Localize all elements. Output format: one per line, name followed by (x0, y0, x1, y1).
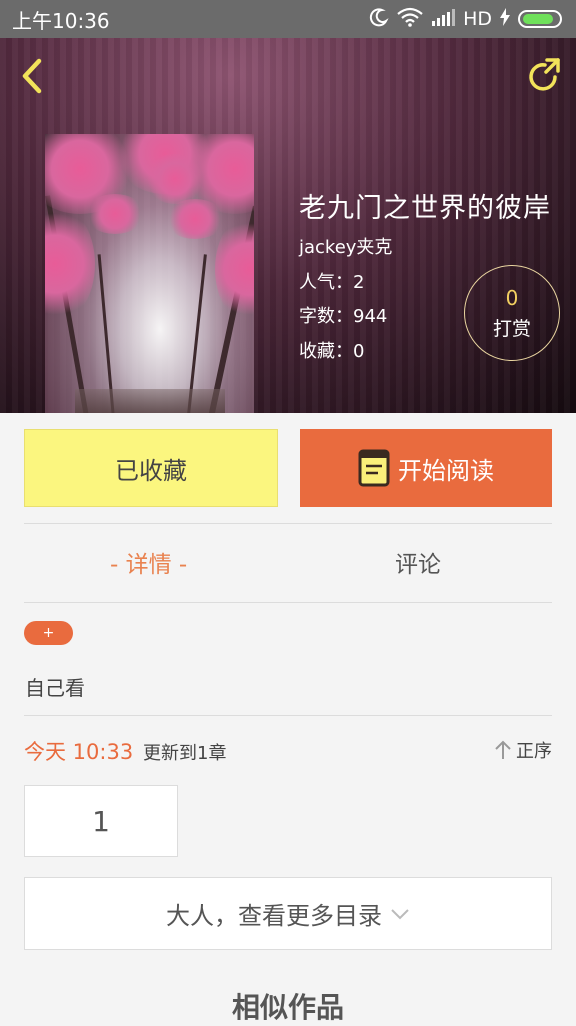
status-icons: HD (369, 7, 562, 32)
share-button[interactable] (524, 56, 564, 96)
start-reading-button[interactable]: 开始阅读 (300, 429, 552, 507)
collected-label: 已收藏 (115, 456, 187, 485)
chapter-item[interactable]: 1 (24, 785, 178, 857)
book-header: 老九门之世界的彼岸 jackey夹克 人气：2 字数：944 收藏：0 0 打赏 (0, 38, 576, 413)
network-type: HD (463, 8, 492, 30)
start-reading-label: 开始阅读 (398, 456, 494, 485)
chapter-number: 1 (92, 804, 110, 838)
book-author[interactable]: jackey夹克 (299, 233, 392, 259)
book-title: 老九门之世界的彼岸 (299, 193, 551, 224)
sort-label: 正序 (516, 741, 552, 762)
divider (24, 523, 552, 524)
more-catalog-label: 大人，查看更多目录 (166, 902, 382, 930)
book-word-count: 字数：944 (299, 306, 388, 327)
add-tag-label: + (42, 625, 55, 641)
tab-detail[interactable]: - 详情 - (110, 545, 187, 579)
more-catalog-button[interactable]: 大人，查看更多目录 (24, 877, 552, 950)
cover-blossom (165, 199, 225, 239)
book-favorites: 收藏：0 (299, 341, 365, 362)
back-icon (22, 58, 42, 94)
reward-button[interactable]: 0 打赏 (464, 265, 560, 361)
book-cover-image[interactable] (45, 134, 254, 413)
reward-count: 0 (505, 285, 519, 310)
sort-button[interactable]: 正序 (494, 737, 552, 763)
share-icon (529, 58, 560, 91)
chevron-down-icon (391, 908, 409, 919)
update-status: 更新到1章 (143, 743, 227, 764)
back-button[interactable] (14, 56, 50, 96)
divider (24, 602, 552, 603)
book-intro: 自己看 (25, 676, 85, 700)
divider (24, 715, 552, 716)
similar-works-title: 相似作品 (231, 991, 344, 1024)
status-time: 上午10:36 (12, 8, 110, 33)
cover-blossom (85, 194, 145, 234)
moon-icon (369, 7, 389, 32)
book-icon (358, 449, 390, 487)
cover-blossom (145, 154, 205, 204)
wifi-icon (397, 7, 423, 32)
signal-icon (431, 8, 456, 31)
tab-comment[interactable]: 评论 (395, 545, 441, 579)
add-tag-button[interactable]: + (24, 621, 73, 645)
arrow-up-icon (495, 740, 511, 759)
battery-icon (518, 10, 562, 28)
update-time: 今天 10:33 (24, 740, 134, 764)
status-bar: 上午10:36 HD (0, 0, 576, 38)
charging-icon (500, 7, 510, 31)
cover-path (75, 389, 225, 413)
cover-blossom (215, 214, 254, 324)
collected-button[interactable]: 已收藏 (24, 429, 278, 507)
reward-label: 打赏 (492, 317, 531, 340)
book-popularity: 人气：2 (299, 272, 365, 293)
